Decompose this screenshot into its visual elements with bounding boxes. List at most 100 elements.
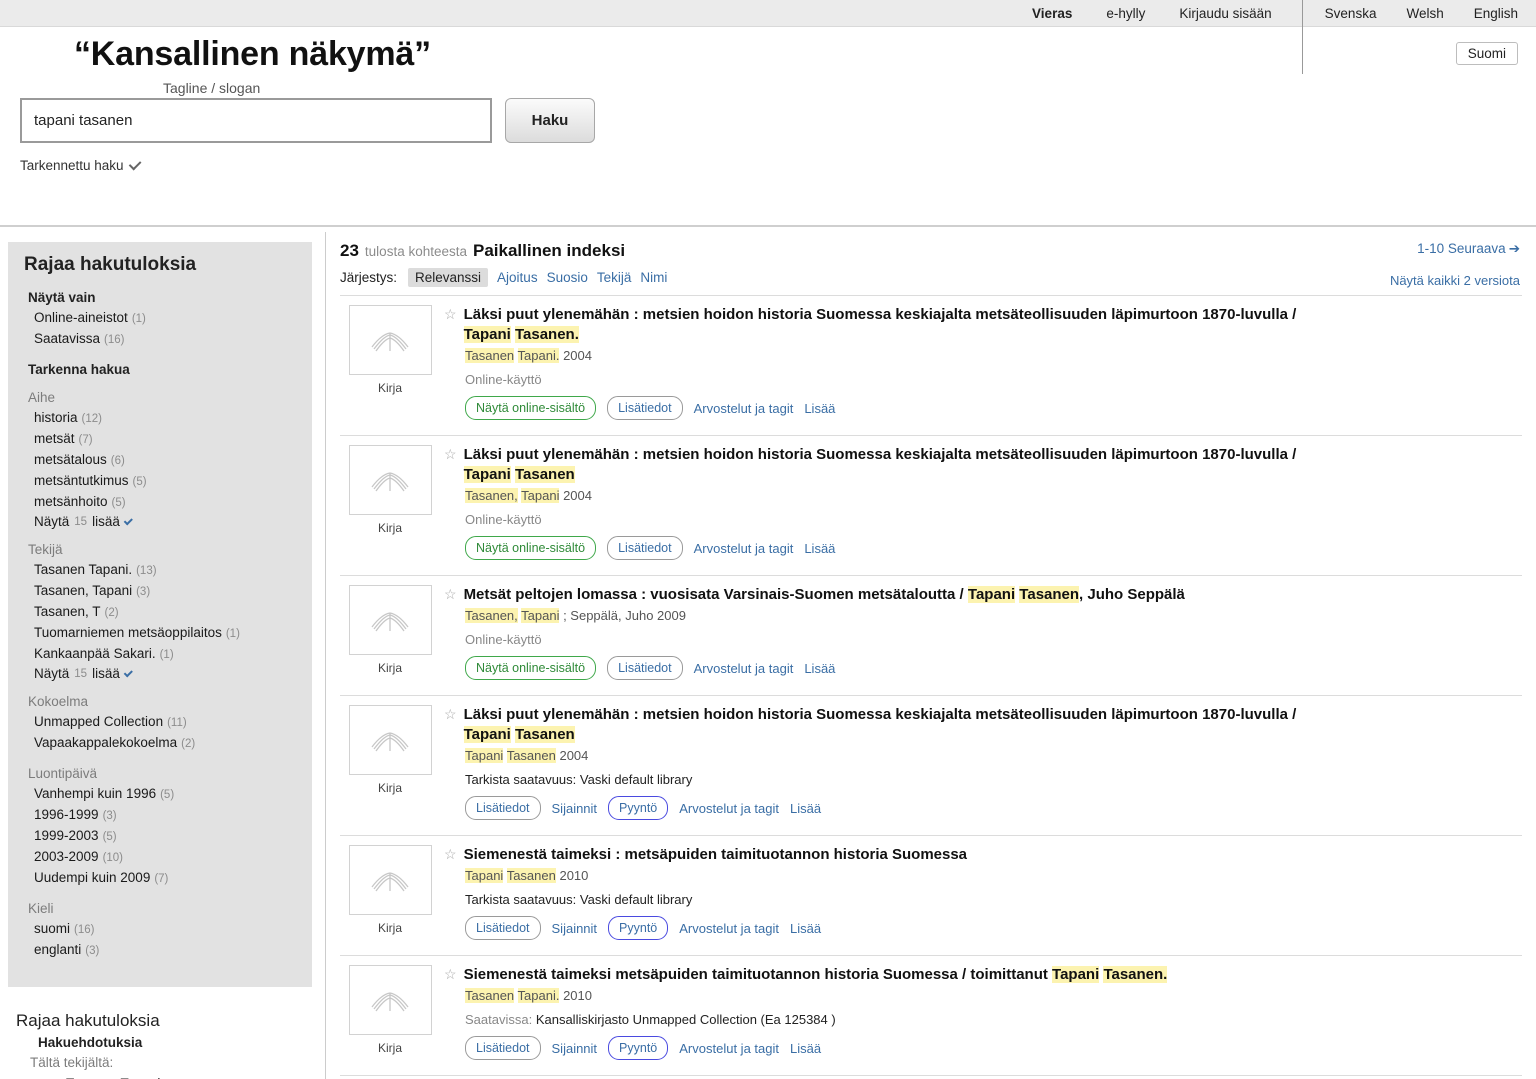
show-all-versions-link[interactable]: Näytä kaikki 2 versiota [1390,273,1520,288]
action-link[interactable]: Lisää [804,541,835,556]
facet-item[interactable]: metsät (7) [34,430,312,449]
facet-item[interactable]: historia (12) [34,409,312,428]
action-button[interactable]: Näytä online-sisältö [465,656,597,680]
action-link[interactable]: Arvostelut ja tagit [694,541,794,556]
favorite-star-icon[interactable]: ☆ [444,845,457,863]
action-button[interactable]: Pyyntö [608,916,669,940]
facet-item[interactable]: Online-aineistot (1) [34,309,312,328]
account-link-2[interactable]: Kirjaudu sisään [1179,6,1271,21]
language-link-english[interactable]: English [1474,6,1518,21]
action-link[interactable]: Arvostelut ja tagit [679,801,779,816]
action-link[interactable]: Arvostelut ja tagit [679,1041,779,1056]
action-button[interactable]: Lisätiedot [465,916,541,940]
title-text: Läksi puut ylenemähän : metsien hoidon h… [463,306,1297,323]
action-button[interactable]: Lisätiedot [607,536,683,560]
action-link[interactable]: Lisää [804,401,835,416]
facet-group-heading: Näytä vain [28,290,96,305]
result-title-link[interactable]: Siemenestä taimeksi : metsäpuiden taimit… [464,845,967,865]
account-link-0[interactable]: Vieras [1032,6,1072,21]
facet-item[interactable]: Tasanen, Tapani (3) [34,582,312,601]
account-link-1[interactable]: e-hylly [1106,6,1145,21]
favorite-star-icon[interactable]: ☆ [444,445,457,463]
action-button[interactable]: Näytä online-sisältö [465,536,597,560]
author-highlight: Tapani [521,488,560,503]
result-title-link[interactable]: Läksi puut ylenemähän : metsien hoidon h… [463,305,1299,345]
language-link-welsh[interactable]: Welsh [1406,6,1443,21]
favorite-star-icon[interactable]: ☆ [444,965,457,983]
author-highlight: Tasanen [506,868,556,883]
action-button[interactable]: Lisätiedot [465,1036,541,1060]
sort-option-relevanssi[interactable]: Relevanssi [408,268,489,287]
book-icon[interactable] [348,845,432,915]
action-button[interactable]: Lisätiedot [607,396,683,420]
result-info: ☆ Metsät peltojen lomassa : vuosisata Var… [440,585,1522,680]
facet-item[interactable]: Kankaanpää Sakari. (1) [34,645,312,664]
facet-item[interactable]: 1996-1999 (3) [34,806,312,825]
book-icon[interactable] [348,965,432,1035]
action-button[interactable]: Lisätiedot [607,656,683,680]
sort-option-nimi[interactable]: Nimi [640,270,667,285]
action-link[interactable]: Lisää [790,921,821,936]
book-icon[interactable] [348,705,432,775]
search-input[interactable] [20,98,492,143]
facet-group-heading: Aihe [28,390,56,405]
action-link[interactable]: Lisää [790,801,821,816]
advanced-search-toggle[interactable]: Tarkennettu haku [20,157,142,173]
action-link[interactable]: Sijainnit [552,801,598,816]
result-author[interactable]: Tasanen, Tapani ; Seppälä, Juho 2009 [465,608,1522,623]
action-link[interactable]: Sijainnit [552,1041,598,1056]
book-icon[interactable] [348,585,432,655]
pagination-next[interactable]: 1-10 Seuraava ➔ [1417,241,1520,257]
facet-item[interactable]: Vapaakappalekokoelma (2) [34,734,312,753]
action-link[interactable]: Lisää [804,661,835,676]
result-author[interactable]: Tasanen Tapani. 2010 [465,988,1522,1003]
facet-item[interactable]: Unmapped Collection (11) [34,713,312,732]
facet-item[interactable]: metsänhoito (5) [34,493,312,512]
sort-option-suosio[interactable]: Suosio [547,270,588,285]
result-author[interactable]: Tasanen Tapani. 2004 [465,348,1522,363]
title-highlight: Tasanen. [514,326,579,343]
facet-item[interactable]: 1999-2003 (5) [34,827,312,846]
facet-item[interactable]: Tasanen Tapani. (13) [34,561,312,580]
result-title-link[interactable]: Läksi puut ylenemähän : metsien hoidon h… [463,445,1299,485]
result-title-link[interactable]: Siemenestä taimeksi metsäpuiden taimituo… [464,965,1168,985]
facet-item[interactable]: Saatavissa (16) [34,330,312,349]
action-button[interactable]: Näytä online-sisältö [465,396,597,420]
result-author[interactable]: Tapani Tasanen 2010 [465,868,1522,883]
facet-item[interactable]: metsäntutkimus (5) [34,472,312,491]
result-author[interactable]: Tapani Tasanen 2004 [465,748,1522,763]
search-button[interactable]: Haku [505,98,595,143]
favorite-star-icon[interactable]: ☆ [444,705,457,723]
favorite-star-icon[interactable]: ☆ [444,305,457,323]
facet-item[interactable]: Uudempi kuin 2009 (7) [34,869,312,888]
action-button[interactable]: Pyyntö [608,796,669,820]
result-title-link[interactable]: Läksi puut ylenemähän : metsien hoidon h… [463,705,1299,745]
facet-item[interactable]: Tasanen, T (2) [34,603,312,622]
language-link-svenska[interactable]: Svenska [1325,6,1377,21]
sort-option-ajoitus[interactable]: Ajoitus [497,270,538,285]
facet-show-more[interactable]: Näytä 15 lisää [34,666,312,681]
action-link[interactable]: Arvostelut ja tagit [694,401,794,416]
action-button[interactable]: Pyyntö [608,1036,669,1060]
facet-panel-title: Rajaa hakutuloksia [24,254,197,275]
facet-item[interactable]: englanti (3) [34,941,312,960]
action-link[interactable]: Sijainnit [552,921,598,936]
facet-item[interactable]: metsätalous (6) [34,451,312,470]
sort-option-tekijä[interactable]: Tekijä [597,270,632,285]
result-info: ☆ Läksi puut ylenemähän : metsien hoidon … [440,705,1522,820]
result-title-link[interactable]: Metsät peltojen lomassa : vuosisata Vars… [464,585,1185,605]
action-link[interactable]: Arvostelut ja tagit [694,661,794,676]
favorite-star-icon[interactable]: ☆ [444,585,457,603]
facet-item[interactable]: suomi (16) [34,920,312,939]
action-link[interactable]: Lisää [790,1041,821,1056]
facet-item[interactable]: Vanhempi kuin 1996 (5) [34,785,312,804]
facet-item[interactable]: Tuomarniemen metsäoppilaitos (1) [34,624,312,643]
suggestion-item[interactable]: Tasanen Tapani. [52,1074,326,1079]
book-icon[interactable] [348,445,432,515]
facet-show-more[interactable]: Näytä 15 lisää [34,514,312,529]
result-author[interactable]: Tasanen, Tapani 2004 [465,488,1522,503]
book-icon[interactable] [348,305,432,375]
action-button[interactable]: Lisätiedot [465,796,541,820]
facet-item[interactable]: 2003-2009 (10) [34,848,312,867]
action-link[interactable]: Arvostelut ja tagit [679,921,779,936]
